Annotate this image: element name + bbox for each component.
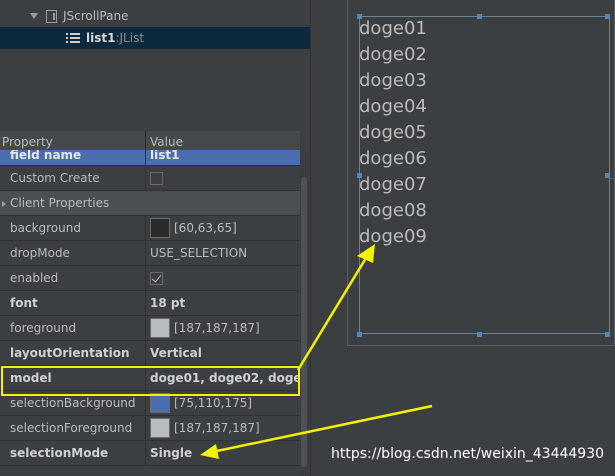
property-row-selection-mode[interactable]: selectionMode Single [0,441,300,466]
property-row-enabled[interactable]: enabled [0,266,300,291]
color-swatch[interactable] [150,393,170,413]
property-value[interactable]: Single [146,441,300,465]
property-name: font [0,291,146,315]
expand-arrow-icon[interactable] [30,13,38,19]
property-name: selectionForeground [0,416,146,440]
tree-node-type: JList [119,31,145,45]
property-name: dropMode [0,241,146,265]
property-value[interactable]: [187,187,187] [146,416,300,440]
color-value: [187,187,187] [174,421,260,435]
left-panel: JScrollPane list1 : JList Property Value… [0,0,310,476]
scrollpane-icon [46,9,57,23]
property-name: Client Properties [0,191,146,215]
property-table-scrollbar[interactable] [300,153,308,476]
property-name: layoutOrientation [0,341,146,365]
list-icon [66,33,80,43]
property-value[interactable]: list1 [146,150,300,166]
property-table: field name list1 Custom Create Client Pr… [0,149,300,466]
scrollbar-thumb[interactable] [301,177,307,467]
color-swatch[interactable] [150,218,170,238]
property-row-foreground[interactable]: foreground [187,187,187] [0,316,300,341]
property-row-dropmode[interactable]: dropMode USE_SELECTION [0,241,300,266]
jlist-items: doge01 doge02 doge03 doge04 doge05 doge06 doge… [359,16,610,250]
property-row-layout-orientation[interactable]: layoutOrientation Vertical [0,341,300,366]
tree-node-label: JScrollPane [63,9,129,23]
list-item[interactable]: doge07 [359,172,610,198]
list-item[interactable]: doge06 [359,146,610,172]
property-value[interactable]: Vertical [146,341,300,365]
property-value[interactable] [146,166,300,190]
watermark: https://blog.csdn.net/weixin_43444930 [331,446,605,462]
enabled-checkbox[interactable] [150,271,163,285]
property-value[interactable]: 18 pt [146,291,300,315]
property-name: selectionMode [0,441,146,465]
property-value[interactable] [146,266,300,290]
resize-handle-se[interactable] [605,332,610,337]
property-name: enabled [0,266,146,290]
property-row-font[interactable]: font 18 pt [0,291,300,316]
property-group-label: Client Properties [10,196,110,210]
property-row-background[interactable]: background [60,63,65] [0,216,300,241]
list-item[interactable]: doge08 [359,198,610,224]
property-row-selection-foreground[interactable]: selectionForeground [187,187,187] [0,416,300,441]
color-value: [75,110,175] [174,396,253,410]
property-value[interactable]: USE_SELECTION [146,241,300,265]
custom-create-checkbox[interactable] [150,171,163,185]
list-item[interactable]: doge04 [359,94,610,120]
property-value[interactable]: [187,187,187] [146,316,300,340]
list-item[interactable]: doge05 [359,120,610,146]
color-value: [60,63,65] [174,221,237,235]
property-name: field name [0,149,146,166]
list-item[interactable]: doge01 [359,16,610,42]
color-swatch[interactable] [150,318,170,338]
collapse-arrow-icon[interactable] [2,200,6,207]
property-value [146,191,300,215]
panel-splitter[interactable] [310,0,326,476]
value-column-header[interactable]: Value [146,135,183,149]
property-name: Custom Create [0,166,146,190]
color-swatch[interactable] [150,418,170,438]
list-item[interactable]: doge03 [359,68,610,94]
property-row-client-properties[interactable]: Client Properties [0,191,300,216]
tree-node-list1[interactable]: list1 : JList [0,27,310,49]
resize-handle-s[interactable] [477,332,482,337]
list-item[interactable]: doge09 [359,224,610,250]
property-row-field-name[interactable]: field name list1 [0,149,300,166]
property-name: background [0,216,146,240]
property-row-custom-create[interactable]: Custom Create [0,166,300,191]
model-row-highlight [1,366,300,396]
resize-handle-sw[interactable] [357,332,362,337]
list-item[interactable]: doge02 [359,42,610,68]
color-value: [187,187,187] [174,321,260,335]
tree-node-jscrollpane[interactable]: JScrollPane [0,5,310,27]
tree-node-name: list1 [86,31,116,45]
property-name: foreground [0,316,146,340]
property-value[interactable]: [60,63,65] [146,216,300,240]
